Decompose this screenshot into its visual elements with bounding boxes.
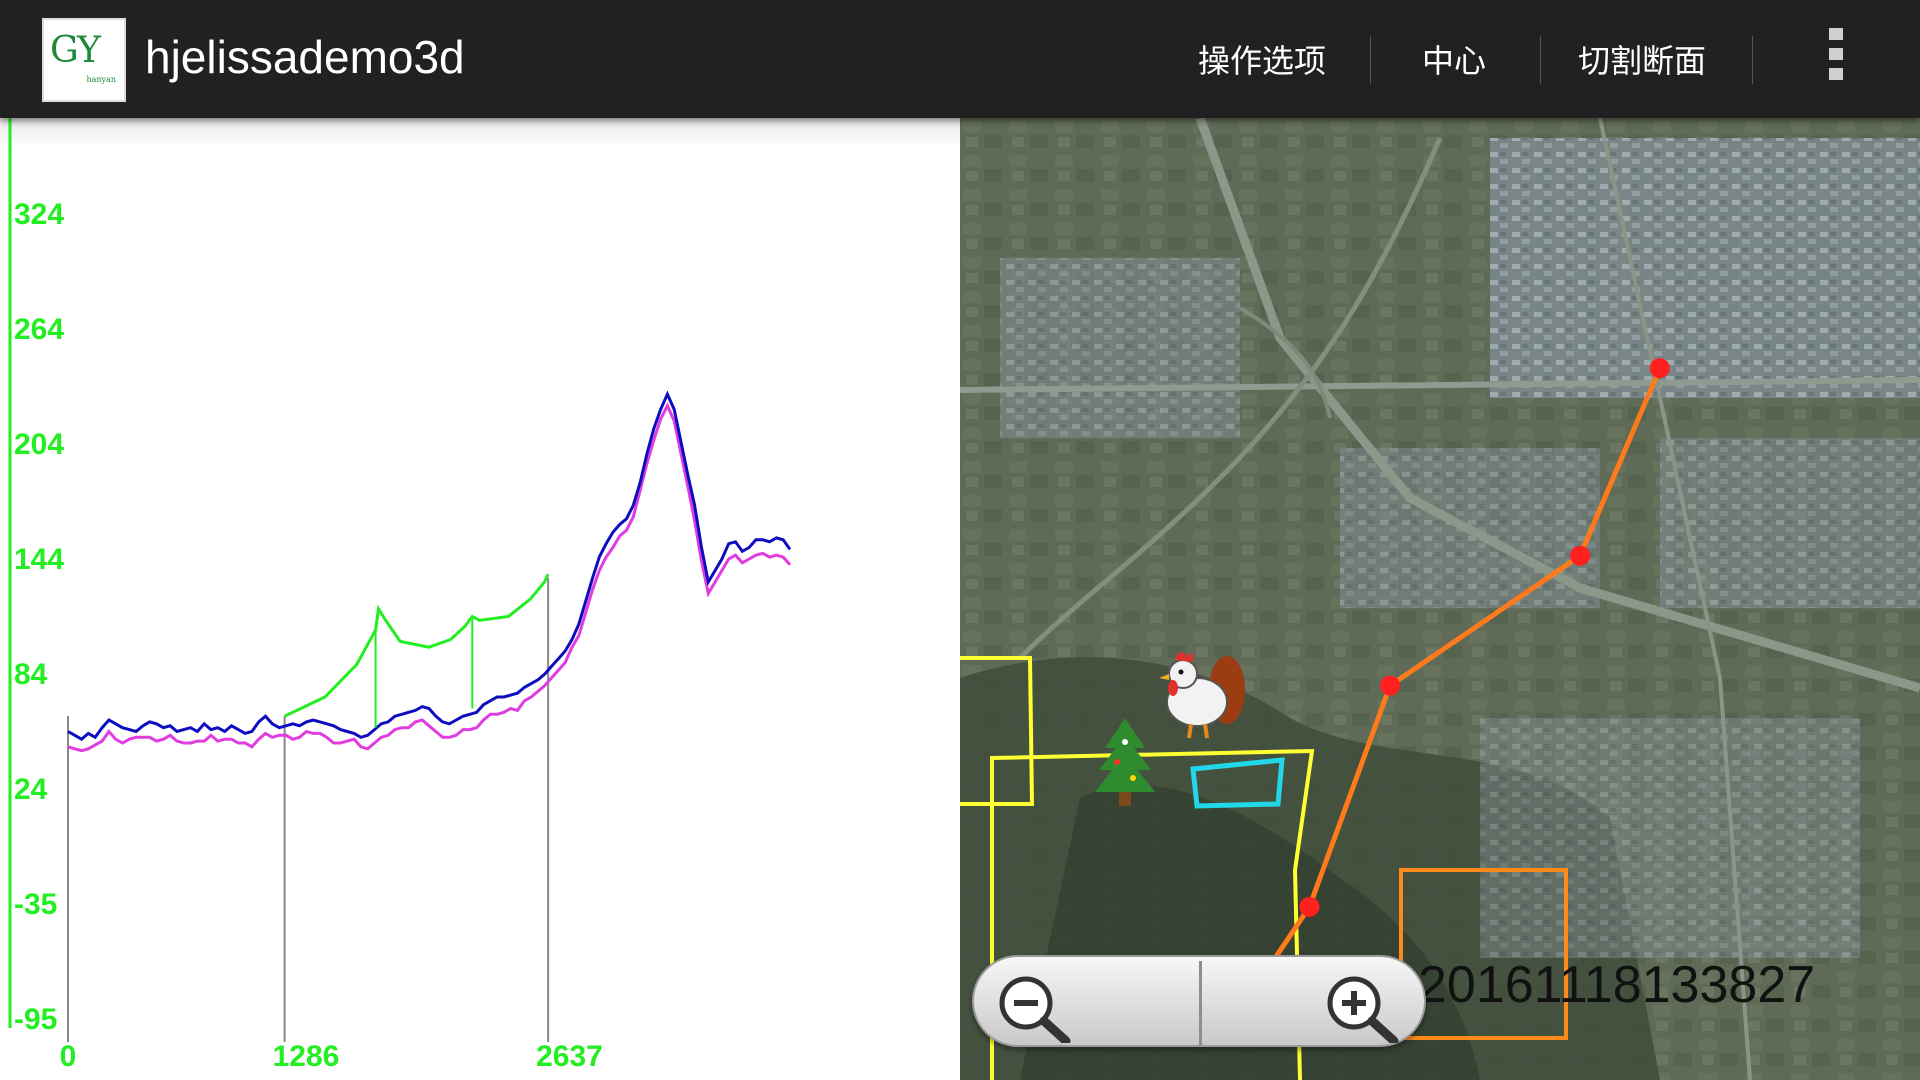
map-urban-area [1480,718,1860,958]
action-separator [1540,36,1541,84]
x-tick-label: 1286 [273,1040,340,1073]
zoom-control [972,955,1426,1047]
y-tick-label: 144 [14,543,64,576]
zoom-out-button[interactable] [974,957,1199,1049]
route-node[interactable] [1570,545,1591,566]
action-operation-options[interactable]: 操作选项 [1198,36,1326,84]
zoom-in-icon [1327,976,1399,1043]
overflow-menu-icon[interactable] [1822,28,1850,92]
x-tick-label: 0 [60,1040,77,1073]
y-tick-label: 84 [14,658,48,691]
y-tick-label: 324 [14,198,64,231]
app-logo: GY hanyan [42,18,126,102]
y-tick-label: -35 [14,888,57,921]
route-node[interactable] [1299,896,1320,917]
app-bar: GY hanyan hjelissademo3d 操作选项 中心 切割断面 [0,0,1920,118]
route-node[interactable] [1649,358,1670,379]
logo-text: GY [50,30,101,71]
elevation-series-a [67,390,792,742]
action-separator [1370,36,1371,84]
map-urban-area [1000,258,1240,438]
action-center[interactable]: 中心 [1422,36,1486,84]
y-tick-label: 24 [14,773,48,806]
map-view[interactable] [960,118,1920,1080]
elevation-series-b [67,402,792,753]
elevation-profile-chart: 324 264 204 144 84 24 -35 -950 1286 2637 [8,118,792,1073]
route-node[interactable] [1380,675,1401,696]
y-tick-label: 204 [14,428,64,461]
app-title: hjelissademo3d [145,31,465,83]
elevation-profile-panel: 324 264 204 144 84 24 -35 -95 0 1286 2637 [0,118,960,1080]
y-tick-label: -95 [14,1003,57,1036]
action-cut-section[interactable]: 切割断面 [1578,36,1706,84]
y-tick-label: 264 [14,313,64,346]
map-urban-area [1490,138,1920,398]
satellite-map[interactable] [960,118,1920,1080]
x-tick-label: 2637 [536,1040,603,1073]
map-timestamp: 20161118133827 [1418,956,1816,1014]
logo-subtext: hanyan [86,75,116,84]
zoom-in-button[interactable] [1202,957,1427,1049]
zoom-out-icon [999,976,1071,1043]
action-separator [1752,36,1753,84]
